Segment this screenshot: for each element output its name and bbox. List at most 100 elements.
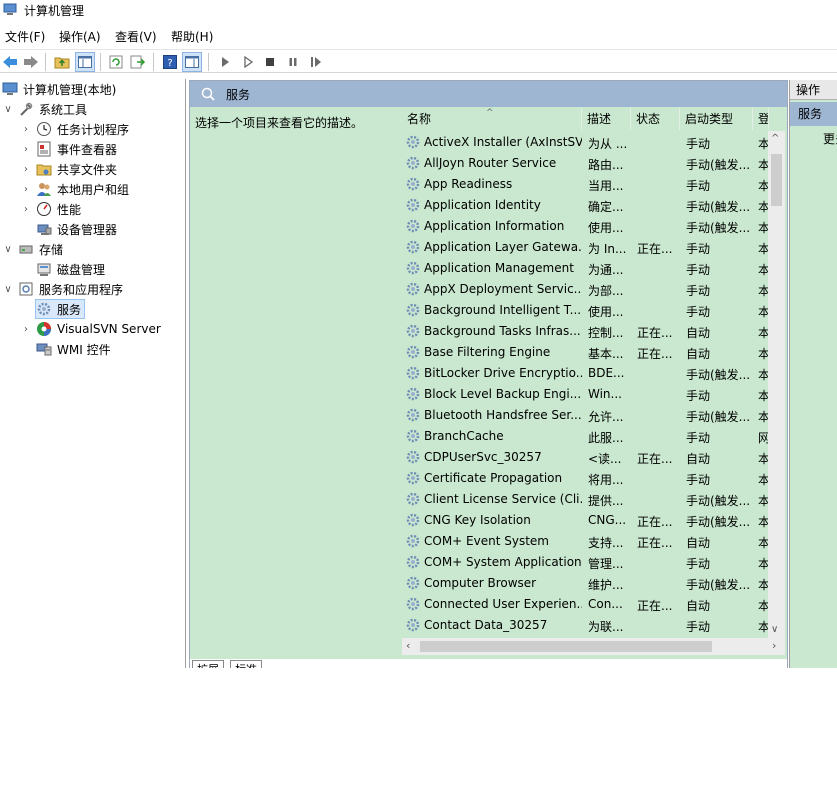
service-gear-icon	[406, 408, 420, 422]
tree-label: 任务计划程序	[57, 122, 130, 137]
up-folder-icon[interactable]	[52, 52, 72, 72]
service-row[interactable]: ActiveX Installer (AxInstSV) 为从 ... 手动 本	[402, 132, 768, 153]
service-row[interactable]: Background Tasks Infras... 控制... 正在... 自动 本	[402, 321, 768, 342]
toolbar-separator	[208, 53, 209, 71]
start-service-icon[interactable]	[215, 52, 235, 72]
column-header-logon[interactable]: 登	[753, 108, 769, 130]
chevron-right-icon[interactable]: ›	[20, 144, 32, 155]
service-gear-icon	[406, 387, 420, 401]
start-service-alt-icon[interactable]	[238, 52, 258, 72]
service-logon: 本	[758, 347, 768, 361]
chevron-right-icon[interactable]: ›	[20, 164, 32, 175]
chevron-down-icon[interactable]: ∨	[2, 244, 14, 255]
scroll-up-icon[interactable]: ^	[771, 133, 779, 144]
service-row[interactable]: Connected User Experien... Con... 正在... 自动 本	[402, 594, 768, 615]
vertical-scrollbar[interactable]: ^ ∨	[768, 131, 785, 641]
tree-item-shared-folders[interactable]: › 共享文件夹	[20, 159, 117, 179]
services-list-header: ^ 名称 描述 状态 启动类型 登	[402, 108, 787, 130]
column-header-description[interactable]: 描述	[582, 108, 631, 130]
chevron-right-icon[interactable]: ›	[20, 124, 32, 135]
more-actions-link[interactable]: 更多	[823, 130, 837, 147]
service-description: Win...	[588, 387, 622, 401]
chevron-right-icon[interactable]: ›	[20, 184, 32, 195]
menu-bar: 文件(F) 操作(A) 查看(V) 帮助(H)	[0, 27, 837, 47]
tab-extended[interactable]: 扩展	[192, 660, 224, 668]
tree-item-computer-management-local[interactable]: 计算机管理(本地)	[2, 79, 116, 99]
vertical-scroll-thumb[interactable]	[771, 154, 782, 206]
chevron-right-icon[interactable]: ›	[20, 324, 32, 335]
service-gear-icon	[406, 135, 420, 149]
service-row[interactable]: Application Layer Gatewa... 为 In... 正在... 手…	[402, 237, 768, 258]
chevron-down-icon[interactable]: ∨	[2, 284, 14, 295]
scroll-right-icon[interactable]: ›	[772, 639, 776, 652]
service-row[interactable]: CNG Key Isolation CNG... 正在... 手动(触发... 本	[402, 510, 768, 531]
scroll-left-icon[interactable]: ‹	[406, 639, 410, 652]
title-bar: 计算机管理	[0, 0, 837, 22]
tree-item-system-tools[interactable]: ∨ 系统工具	[2, 99, 87, 119]
tree-item-storage[interactable]: ∨ 存储	[2, 239, 63, 259]
service-row[interactable]: Application Management 为通... 手动 本	[402, 258, 768, 279]
tree-item-task-scheduler[interactable]: › 任务计划程序	[20, 119, 129, 139]
help-icon[interactable]: ?	[160, 52, 180, 72]
service-row[interactable]: Contact Data_30257 为联... 手动 本	[402, 615, 768, 636]
column-header-status[interactable]: 状态	[631, 108, 680, 130]
stop-service-icon[interactable]	[260, 52, 280, 72]
restart-service-icon[interactable]	[306, 52, 326, 72]
show-hide-console-tree-icon[interactable]	[75, 52, 95, 72]
service-gear-icon	[406, 198, 420, 212]
tree-item-device-manager[interactable]: 设备管理器	[36, 219, 117, 239]
service-name: Application Management	[424, 261, 574, 275]
service-row[interactable]: BranchCache 此服... 手动 网	[402, 426, 768, 447]
chevron-down-icon[interactable]: ∨	[2, 104, 14, 115]
refresh-icon[interactable]	[106, 52, 126, 72]
back-arrow-icon[interactable]	[0, 52, 20, 72]
visualsvn-icon	[36, 321, 52, 337]
service-row[interactable]: AppX Deployment Servic... 为部... 手动 本	[402, 279, 768, 300]
show-hide-action-pane-icon[interactable]	[182, 52, 202, 72]
service-row[interactable]: Application Information 使用... 手动(触发... 本	[402, 216, 768, 237]
actions-section-services[interactable]: 服务	[790, 102, 837, 126]
service-row[interactable]: Certificate Propagation 将用... 手动 本	[402, 468, 768, 489]
horizontal-scrollbar[interactable]: ‹ ›	[402, 638, 785, 655]
scroll-down-icon[interactable]: ∨	[771, 624, 778, 635]
menu-view[interactable]: 查看(V)	[115, 28, 157, 45]
service-logon: 本	[758, 263, 768, 277]
tree-item-services[interactable]: 服务	[35, 299, 86, 319]
service-row[interactable]: Block Level Backup Engi... Win... 手动 本	[402, 384, 768, 405]
service-row[interactable]: Bluetooth Handsfree Ser... 允许... 手动(触发... 本	[402, 405, 768, 426]
menu-action[interactable]: 操作(A)	[59, 28, 101, 45]
service-row[interactable]: COM+ Event System 支持... 正在... 自动 本	[402, 531, 768, 552]
tab-standard[interactable]: 标准	[230, 660, 262, 668]
tree-item-performance[interactable]: › 性能	[20, 199, 81, 219]
tree-item-disk-management[interactable]: 磁盘管理	[36, 259, 105, 279]
service-row[interactable]: App Readiness 当用... 手动 本	[402, 174, 768, 195]
service-startup-type: 手动	[686, 263, 711, 277]
service-description: 控制...	[588, 326, 624, 340]
service-row[interactable]: AllJoyn Router Service 路由... 手动(触发... 本	[402, 153, 768, 174]
service-description: 允许...	[588, 410, 624, 424]
export-list-icon[interactable]	[128, 52, 148, 72]
column-header-startup-type[interactable]: 启动类型	[680, 108, 753, 130]
tree-item-services-applications[interactable]: ∨ 服务和应用程序	[2, 279, 123, 299]
horizontal-scroll-thumb[interactable]	[420, 641, 712, 652]
service-row[interactable]: CDPUserSvc_30257 <读... 正在... 自动 本	[402, 447, 768, 468]
chevron-right-icon[interactable]: ›	[20, 204, 32, 215]
service-row[interactable]: Background Intelligent T... 使用... 手动 本	[402, 300, 768, 321]
column-header-name[interactable]: ^ 名称	[402, 108, 582, 130]
forward-arrow-icon[interactable]	[21, 52, 41, 72]
pause-service-icon[interactable]	[283, 52, 303, 72]
service-name: Computer Browser	[424, 576, 537, 590]
menu-file[interactable]: 文件(F)	[5, 28, 45, 45]
wmi-control-icon	[36, 341, 52, 357]
service-row[interactable]: Application Identity 确定... 手动(触发... 本	[402, 195, 768, 216]
menu-help[interactable]: 帮助(H)	[171, 28, 213, 45]
tree-item-visualsvn-server[interactable]: › VisualSVN Server	[20, 319, 161, 339]
service-row[interactable]: BitLocker Drive Encryptio... BDE... 手动(触发.…	[402, 363, 768, 384]
tree-item-wmi-control[interactable]: WMI 控件	[36, 339, 111, 359]
service-row[interactable]: Base Filtering Engine 基本... 正在... 自动 本	[402, 342, 768, 363]
service-row[interactable]: Client License Service (Cli... 提供... 手动(触发…	[402, 489, 768, 510]
tree-item-local-users-groups[interactable]: › 本地用户和组	[20, 179, 129, 199]
service-row[interactable]: Computer Browser 维护... 手动(触发... 本	[402, 573, 768, 594]
service-row[interactable]: COM+ System Application 管理... 手动 本	[402, 552, 768, 573]
tree-item-event-viewer[interactable]: › 事件查看器	[20, 139, 117, 159]
